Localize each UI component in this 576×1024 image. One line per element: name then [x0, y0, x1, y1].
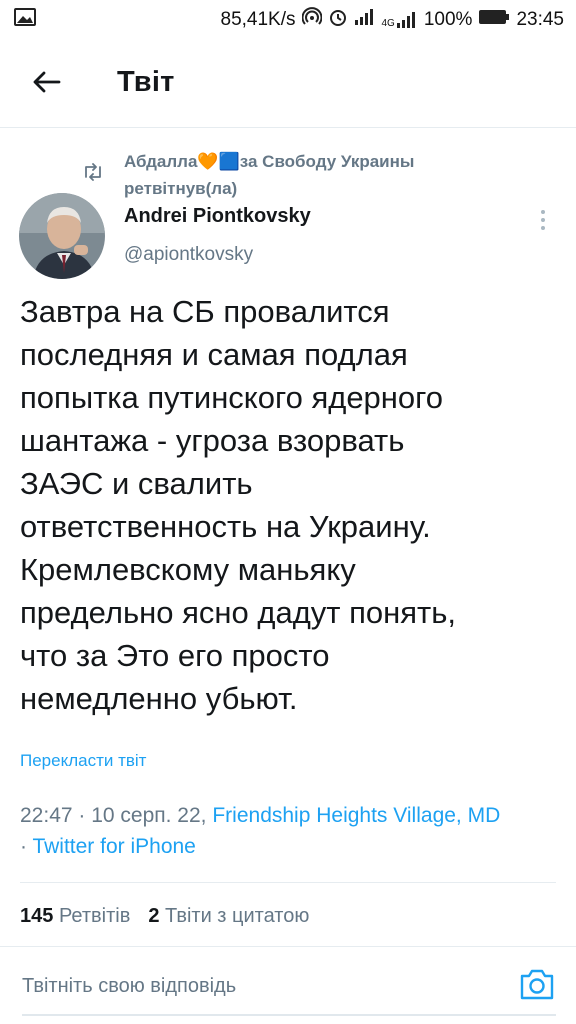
tweet-timestamp: 22:47 · 10 серп. 22,: [20, 804, 213, 827]
retweet-icon: [82, 163, 104, 186]
signal-icon: [354, 8, 376, 32]
signal-4g-icon: 4G: [382, 11, 418, 29]
reply-bar: [0, 947, 576, 1024]
author-handle[interactable]: @apiontkovsky: [124, 244, 253, 266]
translate-tweet-link[interactable]: Перекласти твіт: [20, 751, 146, 771]
author-name[interactable]: Andrei Piontkovsky: [124, 205, 311, 228]
retweets-stat[interactable]: 145 Ретвітів: [20, 905, 130, 928]
retweets-label: Ретвітів: [58, 905, 131, 927]
meta-separator: ·: [20, 835, 33, 858]
retweets-count: 145: [20, 905, 54, 927]
arrow-left-icon: [31, 70, 61, 99]
network-speed: 85,41K/s: [220, 9, 296, 30]
avatar[interactable]: [19, 193, 105, 279]
quotes-count: 2: [148, 905, 160, 927]
image-icon: [14, 8, 36, 32]
camera-icon: [519, 967, 555, 1006]
header: Твіт: [0, 40, 576, 128]
divider: [20, 882, 556, 883]
retweeted-by-label[interactable]: Абдалла🧡🟦за Свободу Украины ретвітнув(ла…: [124, 148, 514, 202]
tweet-text: Завтра на СБ провалится последняя и сама…: [20, 294, 456, 716]
camera-button[interactable]: [519, 967, 555, 1001]
more-vertical-icon[interactable]: [533, 205, 553, 235]
alarm-icon: [328, 7, 348, 33]
status-bar: 85,41K/s 4G 100% 23:45: [0, 0, 576, 40]
tweet-source-link[interactable]: Twitter for iPhone: [32, 835, 195, 858]
tweet-location-link[interactable]: Friendship Heights Village, MD: [212, 804, 500, 827]
battery-icon: [478, 9, 510, 31]
hotspot-icon: [301, 7, 322, 33]
reply-underline: [22, 1014, 556, 1016]
reply-input[interactable]: [22, 970, 492, 1002]
quotes-stat[interactable]: 2 Твіти з цитатою: [148, 905, 309, 928]
back-button[interactable]: [26, 66, 66, 102]
tweet-stats: 145 Ретвітів 2 Твіти з цитатою: [20, 905, 309, 928]
tweet-meta: 22:47 · 10 серп. 22, Friendship Heights …: [20, 800, 565, 862]
battery-percent: 100%: [423, 9, 473, 30]
clock: 23:45: [516, 9, 564, 30]
page-title: Твіт: [117, 66, 175, 98]
quotes-label: Твіти з цитатою: [165, 905, 310, 927]
